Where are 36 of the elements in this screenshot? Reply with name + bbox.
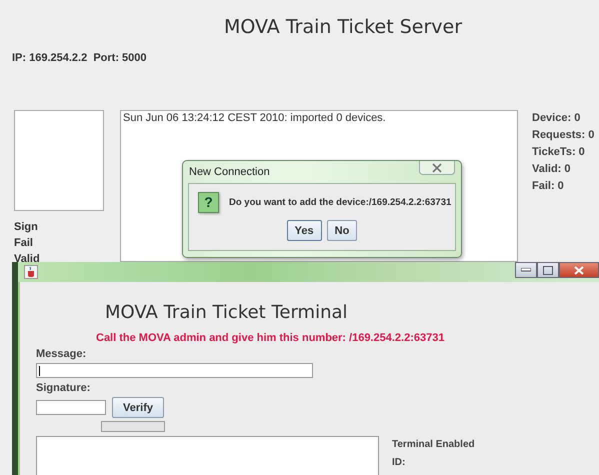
log-line: Sun Jun 06 13:24:12 CEST 2010: imported 0 devices. <box>122 111 387 125</box>
maximize-icon <box>543 266 553 274</box>
signature-field[interactable] <box>36 400 106 415</box>
row-label: Valid <box>14 252 41 267</box>
field-label: Signature: <box>35 381 92 396</box>
window-heading: MOVA Train Ticket Terminal <box>104 301 349 322</box>
status-label: ID: <box>392 456 406 470</box>
row-label: Fail <box>14 236 34 251</box>
question-icon: ? <box>198 192 219 213</box>
dialog-title: New Connection <box>189 165 270 178</box>
stat-label: Fail: 0 <box>532 179 565 194</box>
address-label: IP: 169.254.2.2 Port: 5000 <box>11 51 148 66</box>
field-label: Message: <box>35 347 88 362</box>
stat-label: Requests: 0 <box>532 128 594 143</box>
stat-label: TickeTs: 0 <box>532 145 586 160</box>
device-list[interactable] <box>14 110 104 211</box>
minimize-icon <box>521 268 531 272</box>
minimize-button[interactable] <box>515 262 537 278</box>
maximize-button[interactable] <box>537 262 559 278</box>
dialog-message: Do you want to add the device:/169.254.2.2:63731 <box>229 197 452 208</box>
stat-label: Valid: 0 <box>532 162 572 177</box>
status-label: Terminal Enabled <box>392 438 475 452</box>
row-label: Sign <box>14 220 39 235</box>
window-heading: MOVA Train Ticket Server <box>223 15 464 40</box>
close-button[interactable] <box>559 262 599 278</box>
message-field[interactable] <box>36 363 313 378</box>
dialog-button[interactable]: No <box>326 220 358 241</box>
dialog-button[interactable]: Yes <box>286 220 322 241</box>
stat-label: Device: 0 <box>532 111 582 126</box>
cup-icon <box>24 265 38 279</box>
close-button[interactable] <box>419 161 455 175</box>
output-area[interactable] <box>36 436 379 475</box>
notice-text: Call the MOVA admin and give him this number: /169.254.2.2:63731 <box>95 331 446 344</box>
close-icon <box>574 266 584 274</box>
verify-button[interactable]: Verify <box>112 397 164 418</box>
close-icon <box>431 162 443 172</box>
